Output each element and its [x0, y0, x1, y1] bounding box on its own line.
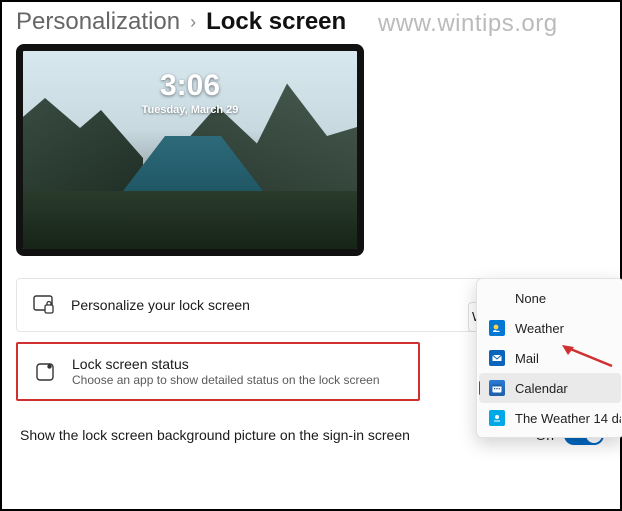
chevron-right-icon: › [190, 12, 196, 33]
mail-icon [489, 350, 505, 366]
lock-screen-status-row[interactable]: Lock screen status Choose an app to show… [16, 342, 420, 401]
breadcrumb-parent[interactable]: Personalization [16, 8, 180, 36]
weather-icon [489, 320, 505, 336]
dropdown-item-label: Calendar [515, 381, 568, 396]
dropdown-item-label: Mail [515, 351, 539, 366]
dropdown-item-label: Weather [515, 321, 564, 336]
dropdown-item-weather[interactable]: Weather [479, 313, 621, 343]
breadcrumb-current: Lock screen [206, 8, 346, 36]
row-title: Lock screen status [72, 356, 402, 372]
dropdown-item-calendar[interactable]: Calendar [479, 373, 621, 403]
breadcrumb: Personalization › Lock screen [16, 8, 608, 36]
weather-14day-icon [489, 410, 505, 426]
picture-lock-icon [33, 294, 55, 316]
preview-date: Tuesday, March 29 [23, 104, 357, 116]
row-subtitle: Choose an app to show detailed status on… [72, 373, 402, 387]
dropdown-item-label: The Weather 14 day [515, 411, 621, 426]
status-app-dropdown: None Weather Mail Calendar The Weather 1… [476, 278, 622, 438]
calendar-icon [489, 380, 505, 396]
blank-icon [489, 290, 505, 306]
dropdown-item-mail[interactable]: Mail [479, 343, 621, 373]
dropdown-item-weather14[interactable]: The Weather 14 day [479, 403, 621, 433]
status-widget-icon [34, 361, 56, 383]
row-title: Show the lock screen background picture … [20, 427, 410, 443]
dropdown-item-none[interactable]: None [479, 283, 621, 313]
dropdown-item-label: None [515, 291, 546, 306]
lockscreen-preview: 3:06 Tuesday, March 29 [16, 44, 364, 256]
preview-time: 3:06 [23, 69, 357, 103]
